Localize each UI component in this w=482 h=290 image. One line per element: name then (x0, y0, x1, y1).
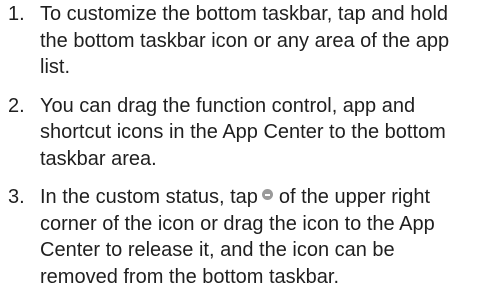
instruction-list: 1. To customize the bottom taskbar, tap … (0, 1, 482, 290)
step-1-text: To customize the bottom taskbar, tap and… (40, 3, 450, 78)
step-1-number: 1. (8, 3, 25, 25)
step-2: 2. You can drag the function control, ap… (0, 93, 482, 173)
step-3-number: 3. (8, 186, 25, 208)
step-1: 1. To customize the bottom taskbar, tap … (0, 1, 482, 81)
step-3-text-before-icon: In the custom status, tap (40, 186, 258, 208)
step-2-number: 2. (8, 94, 25, 117)
document-page: 1. To customize the bottom taskbar, tap … (0, 0, 482, 288)
step-3: 3. In the custom status, tap of the upper… (0, 184, 482, 290)
remove-dot-icon (261, 189, 273, 200)
step-2-text: You can drag the function control, app a… (40, 94, 446, 170)
